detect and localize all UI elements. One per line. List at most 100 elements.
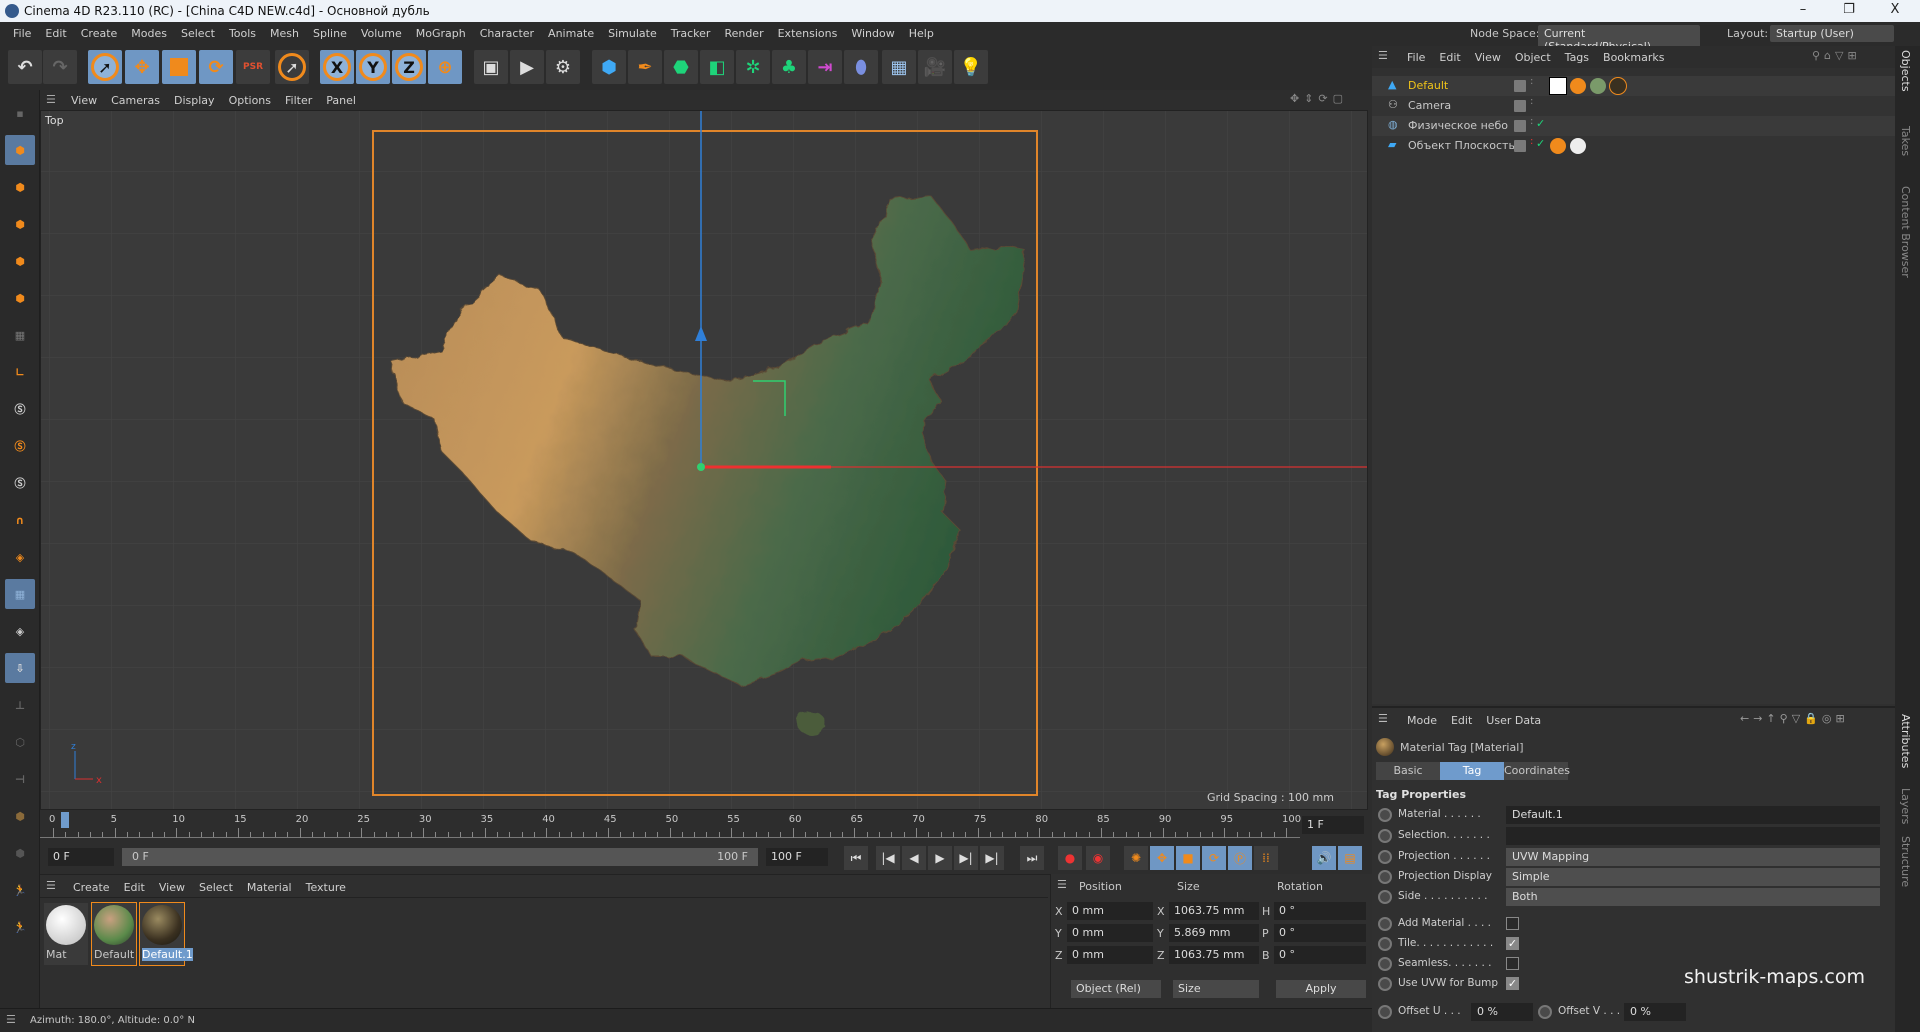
undo-icon[interactable]: ↶ [8,50,42,84]
rotation-field[interactable]: 0 ° [1274,902,1366,920]
object-name[interactable]: Объект Плоскость [1408,139,1515,152]
model-mode-icon[interactable]: ⬢ [5,135,35,165]
seamless-checkbox[interactable] [1506,957,1519,970]
object-name[interactable]: Camera [1408,99,1451,112]
workplane-snap-icon[interactable]: Ⓢ [5,468,35,498]
apply-button[interactable]: Apply [1276,980,1366,998]
world-coordinates-icon[interactable]: ⊕ [428,50,462,84]
rotation-field[interactable]: 0 ° [1274,946,1366,964]
status-menu-icon[interactable]: ☰ [6,1013,16,1026]
points-mode-icon[interactable]: ⬢ [5,209,35,239]
sculpt-icon[interactable]: ⬢ [5,838,35,868]
object-row[interactable]: ◍ Физическое небо: ✓ [1372,116,1895,136]
attributes-menu-icon[interactable]: ☰ [1378,712,1388,725]
keyframe-radio[interactable] [1378,957,1392,971]
side-tab-layers[interactable]: Layers [1899,788,1912,824]
menu-mograph[interactable]: MoGraph [409,27,473,40]
menu-file[interactable]: File [6,27,38,40]
menu-help[interactable]: Help [902,27,941,40]
object-row[interactable]: ▰ Объект Плоскость: ✓ [1372,136,1895,156]
record-icon[interactable]: ● [1058,846,1082,870]
object-row[interactable]: ⚇ Camera: [1372,96,1895,116]
make-editable-icon[interactable]: ▪ [5,98,35,128]
editor-visibility-icon[interactable] [1514,140,1526,152]
material-menu-create[interactable]: Create [66,881,117,894]
magnet-icon[interactable]: ∩ [5,505,35,535]
pen-icon[interactable]: ✒ [628,50,662,84]
coordinates-menu-icon[interactable]: ☰ [1057,878,1067,891]
object-menu-tags[interactable]: Tags [1558,51,1596,64]
side-tab-structure[interactable]: Structure [1899,836,1912,887]
texture-mode-icon[interactable]: ⬢ [5,172,35,202]
menu-tracker[interactable]: Tracker [664,27,718,40]
menu-tools[interactable]: Tools [222,27,263,40]
menu-extensions[interactable]: Extensions [771,27,845,40]
maximize-button[interactable]: ❐ [1834,2,1864,17]
play-icon[interactable]: ▶ [928,846,952,870]
menu-spline[interactable]: Spline [306,27,354,40]
character-icon[interactable]: 🏃 [5,875,35,905]
position-field[interactable]: 0 mm [1067,924,1153,942]
enabled-check-icon[interactable]: ✓ [1536,117,1545,130]
tab-coordinates[interactable]: Coordinates [1504,762,1570,780]
keyframe-radio[interactable] [1378,917,1392,931]
object-menu-view[interactable]: View [1468,51,1508,64]
keyframe-radio[interactable] [1378,850,1392,864]
material-field[interactable]: Default.1 [1506,806,1880,824]
select-tool-icon[interactable]: ➚ [88,50,122,84]
redo-icon[interactable]: ↷ [43,50,77,84]
material-name[interactable]: Default [94,948,134,961]
side-tab-takes[interactable]: Takes [1899,126,1912,156]
menu-volume[interactable]: Volume [354,27,409,40]
x-axis-lock-icon[interactable]: X [320,50,354,84]
minimize-button[interactable]: – [1788,2,1818,17]
live-select-icon[interactable]: ➚ [275,50,309,84]
material-menu-texture[interactable]: Texture [299,881,353,894]
field-icon[interactable]: ⬮ [844,50,878,84]
render-view-icon[interactable]: ▣ [474,50,508,84]
move-tool-icon[interactable]: ✥ [125,50,159,84]
previous-key-icon[interactable]: |◀ [876,846,900,870]
sound-icon[interactable]: 🔊 [1312,846,1336,870]
material-menu-icon[interactable]: ☰ [46,879,56,892]
attributes-nav-icons[interactable]: ←→↑⚲▽🔒◎⊞ [1740,712,1849,725]
edges-mode-icon[interactable]: ⬢ [5,246,35,276]
end-frame-field[interactable]: 100 F [766,848,828,866]
start-frame-field[interactable]: 0 F [48,848,114,866]
size-field[interactable]: 1063.75 mm [1169,946,1259,964]
goto-start-icon[interactable]: ⏮ [844,846,868,870]
material-menu-view[interactable]: View [152,881,192,894]
menu-mesh[interactable]: Mesh [263,27,306,40]
keyframe-radio[interactable] [1378,977,1392,991]
tile-checkbox[interactable]: ✓ [1506,937,1519,950]
autokey-icon[interactable]: ◉ [1086,846,1110,870]
tab-basic[interactable]: Basic [1376,762,1440,780]
render-to-picture-viewer-icon[interactable]: ▶ [510,50,544,84]
snap-settings-icon[interactable]: Ⓢ [5,431,35,461]
tab-tag[interactable]: Tag [1440,762,1504,780]
keyframe-radio[interactable] [1378,1005,1392,1019]
side-dropdown[interactable]: Both [1506,888,1880,906]
size-mode-dropdown[interactable]: Size [1173,980,1259,998]
locked-workplane-icon[interactable]: ◈ [5,616,35,646]
axis-mode-icon[interactable]: ∟ [5,357,35,387]
visibility-dots-icon[interactable]: : [1530,76,1533,87]
scale-tool-icon[interactable] [162,50,196,84]
menu-window[interactable]: Window [844,27,901,40]
align-workplane-icon[interactable]: ⊥ [5,690,35,720]
object-menu-edit[interactable]: Edit [1432,51,1467,64]
playhead[interactable] [61,812,70,828]
attributes-menu-mode[interactable]: Mode [1400,714,1444,727]
visibility-dots-icon[interactable]: : [1530,96,1533,107]
material-name[interactable]: Mat [46,948,67,961]
keyframe-radio[interactable] [1378,890,1392,904]
polygons-mode-icon[interactable]: ⬢ [5,283,35,313]
phong-tag-icon[interactable] [1550,138,1566,154]
viewport-navigation-icons[interactable]: ✥⇕⟳▢ [1290,92,1348,105]
subdivision-surface-icon[interactable]: ⬣ [664,50,698,84]
object-manager-tool-icons[interactable]: ⚲⌂▽⊞ [1812,49,1861,62]
size-field[interactable]: 1063.75 mm [1169,902,1259,920]
workplane-icon[interactable]: ◈ [5,542,35,572]
render-settings-icon[interactable]: ⚙ [546,50,580,84]
menu-character[interactable]: Character [473,27,541,40]
